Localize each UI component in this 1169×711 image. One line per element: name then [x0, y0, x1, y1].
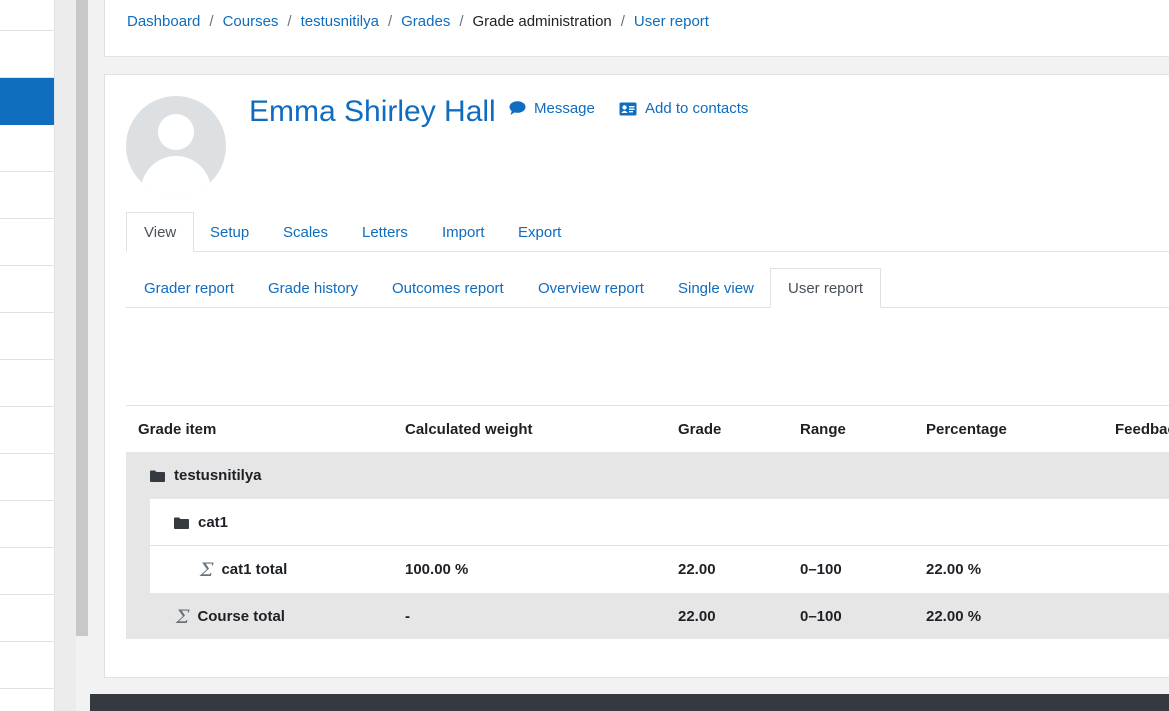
message-label: Message — [534, 100, 595, 117]
category-cell: testusnitilya — [150, 452, 262, 499]
breadcrumb-separator: / — [459, 13, 464, 30]
primary-tabs: View Setup Scales Letters Import Export — [126, 212, 1169, 252]
header-calculated-weight: Calculated weight — [405, 421, 533, 438]
grade-item-cell: Σ Course total — [176, 593, 285, 640]
tab-outcomes-report[interactable]: Outcomes report — [374, 268, 522, 308]
avatar-body — [141, 156, 211, 196]
category-name: testusnitilya — [174, 467, 262, 484]
breadcrumb-separator: / — [209, 13, 214, 30]
nav-item[interactable] — [0, 407, 54, 454]
weight-cell: - — [405, 608, 410, 625]
add-to-contacts-button[interactable]: Add to contacts — [619, 100, 748, 117]
tab-view[interactable]: View — [126, 212, 195, 252]
nav-drawer — [0, 0, 55, 711]
grade-item-cell: Σ cat1 total — [200, 546, 287, 593]
scrollbar-thumb[interactable] — [76, 0, 88, 636]
grade-item-name: cat1 total — [221, 561, 288, 578]
tab-import[interactable]: Import — [424, 212, 503, 252]
tab-grader-report[interactable]: Grader report — [126, 268, 252, 308]
breadcrumb-dashboard[interactable]: Dashboard — [127, 13, 200, 30]
breadcrumb-separator: / — [287, 13, 292, 30]
nav-item[interactable] — [0, 172, 54, 219]
nav-item[interactable] — [0, 31, 54, 78]
tab-user-report[interactable]: User report — [770, 268, 882, 308]
header-percentage: Percentage — [926, 421, 1007, 438]
nav-item[interactable] — [0, 501, 54, 548]
breadcrumb: Dashboard / Courses / testusnitilya / Grades / G… — [127, 13, 709, 30]
nav-item[interactable] — [0, 360, 54, 407]
scrollbar-track[interactable] — [55, 0, 76, 711]
sigma-icon: Σ — [200, 558, 214, 581]
nav-item[interactable] — [0, 642, 54, 689]
table-header-row: Grade item Calculated weight Grade Range… — [126, 405, 1169, 452]
nav-item[interactable] — [0, 266, 54, 313]
subcategory-row: cat1 — [126, 499, 1169, 546]
grade-item-name: Course total — [197, 608, 285, 625]
grade-cell: 22.00 — [678, 608, 716, 625]
range-cell: 0–100 — [800, 608, 842, 625]
table-row: Σ cat1 total 100.00 % 22.00 0–100 22.00 … — [126, 546, 1169, 593]
message-button[interactable]: Message — [509, 100, 595, 117]
nav-item[interactable] — [0, 78, 54, 125]
breadcrumb-separator: / — [387, 13, 393, 30]
weight-cell: 100.00 % — [405, 561, 469, 578]
nav-item[interactable] — [0, 0, 54, 31]
subcategory-name: cat1 — [198, 514, 229, 531]
breadcrumb-course[interactable]: testusnitilya — [301, 13, 379, 30]
main-card: Emma Shirley Hall Message Add to contact… — [104, 74, 1169, 678]
table-row: Σ Course total - 22.00 0–100 22.00 % — [126, 593, 1169, 639]
avatar[interactable] — [126, 96, 226, 196]
subcategory-cell: cat1 — [174, 499, 228, 546]
breadcrumb-user-report[interactable]: User report — [634, 13, 709, 30]
breadcrumb-courses[interactable]: Courses — [223, 13, 279, 30]
tab-grade-history[interactable]: Grade history — [250, 268, 376, 308]
folder-icon — [174, 517, 189, 529]
folder-icon — [150, 470, 165, 482]
tab-letters[interactable]: Letters — [344, 212, 426, 252]
tab-export[interactable]: Export — [500, 212, 579, 252]
percentage-cell: 22.00 % — [926, 561, 982, 578]
nav-item[interactable] — [0, 595, 54, 642]
header-feedback: Feedback — [1115, 421, 1169, 438]
sigma-icon: Σ — [176, 605, 190, 628]
nav-item[interactable] — [0, 219, 54, 266]
nav-item[interactable] — [0, 548, 54, 595]
nav-item[interactable] — [0, 125, 54, 172]
tab-overview-report[interactable]: Overview report — [520, 268, 662, 308]
header-range: Range — [800, 421, 846, 438]
grade-cell: 22.00 — [678, 561, 716, 578]
tab-scales[interactable]: Scales — [265, 212, 346, 252]
nav-item[interactable] — [0, 313, 54, 360]
percentage-cell: 22.00 % — [926, 608, 982, 625]
avatar-head — [158, 114, 194, 150]
breadcrumb-grade-administration: Grade administration — [472, 13, 612, 30]
address-card-icon — [619, 102, 637, 115]
add-to-contacts-label: Add to contacts — [645, 100, 749, 117]
header-grade-item: Grade item — [138, 421, 217, 438]
breadcrumb-card: Dashboard / Courses / testusnitilya / Grades / G… — [104, 0, 1169, 57]
category-row: testusnitilya — [126, 452, 1169, 499]
secondary-tabs: Grader report Grade history Outcomes rep… — [126, 268, 1169, 308]
comment-icon — [509, 101, 526, 115]
subcategory-inner — [150, 499, 1169, 546]
tab-setup[interactable]: Setup — [192, 212, 267, 252]
nav-item[interactable] — [0, 454, 54, 501]
subcategory-inner — [150, 546, 1169, 593]
page-footer — [90, 694, 1169, 711]
breadcrumb-separator: / — [620, 13, 625, 30]
header-grade: Grade — [678, 421, 722, 438]
range-cell: 0–100 — [800, 561, 842, 578]
user-name[interactable]: Emma Shirley Hall — [249, 95, 496, 129]
breadcrumb-grades[interactable]: Grades — [401, 13, 450, 30]
tab-single-view[interactable]: Single view — [660, 268, 772, 308]
